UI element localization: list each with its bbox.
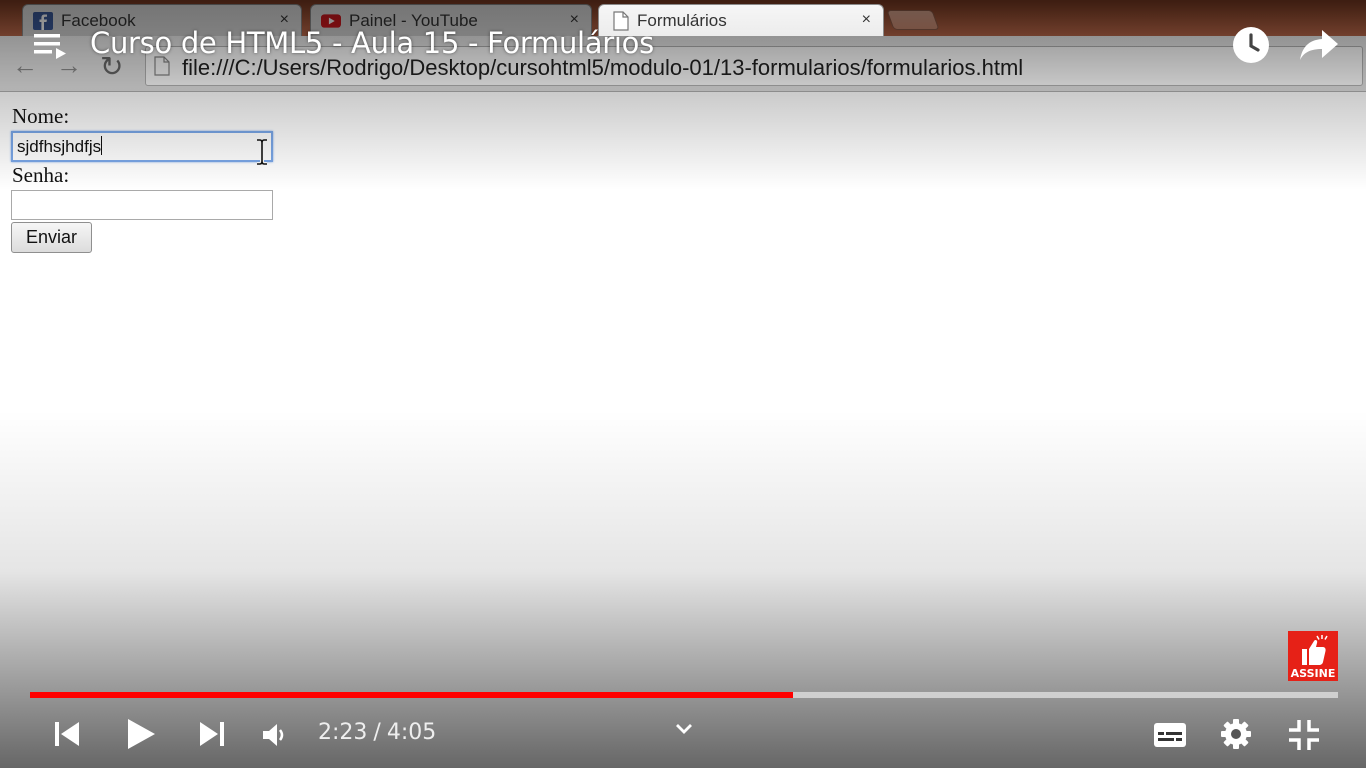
tab-close-icon[interactable]: × bbox=[862, 11, 871, 29]
play-icon[interactable] bbox=[126, 718, 156, 750]
subscribe-label: ASSINE bbox=[1290, 667, 1336, 680]
senha-label: Senha: bbox=[12, 163, 70, 187]
share-icon[interactable] bbox=[1298, 28, 1340, 62]
next-icon[interactable] bbox=[199, 721, 225, 747]
ibeam-cursor-icon bbox=[257, 138, 267, 166]
time-display: 2:23/4:05 bbox=[318, 720, 436, 745]
captions-icon[interactable] bbox=[1153, 722, 1187, 748]
tab-formularios[interactable]: Formulários × bbox=[598, 4, 884, 36]
subscribe-badge[interactable]: ASSINE bbox=[1288, 631, 1338, 681]
settings-icon[interactable] bbox=[1220, 718, 1252, 750]
text-caret bbox=[101, 136, 103, 155]
nome-input[interactable]: sjdfhsjhdfjs bbox=[11, 131, 273, 162]
tab-title: Formulários bbox=[637, 11, 727, 30]
enviar-button[interactable]: Enviar bbox=[11, 222, 92, 253]
nome-label: Nome: bbox=[12, 104, 70, 128]
nome-input-value: sjdfhsjhdfjs bbox=[17, 137, 102, 156]
new-tab-button[interactable] bbox=[886, 10, 940, 30]
captured-browser-window: Facebook × Painel - YouTube × Formulário… bbox=[0, 0, 1366, 768]
senha-input[interactable] bbox=[11, 190, 273, 220]
chevron-down-icon[interactable] bbox=[674, 722, 694, 736]
document-icon bbox=[613, 11, 629, 31]
duration: 4:05 bbox=[386, 720, 437, 745]
volume-icon[interactable] bbox=[262, 722, 288, 748]
previous-icon[interactable] bbox=[54, 721, 80, 747]
current-time: 2:23 bbox=[318, 720, 368, 745]
page-content: Nome: sjdfhsjhdfjs Senha: Enviar bbox=[0, 92, 1366, 768]
playlist-icon[interactable] bbox=[34, 32, 70, 62]
time-separator: / bbox=[373, 720, 381, 745]
facebook-icon bbox=[33, 12, 53, 30]
progress-bar[interactable] bbox=[30, 692, 1338, 698]
video-title[interactable]: Curso de HTML5 - Aula 15 - Formulários bbox=[90, 26, 654, 60]
exit-fullscreen-icon[interactable] bbox=[1288, 719, 1320, 751]
watch-later-icon[interactable] bbox=[1232, 26, 1270, 64]
progress-played bbox=[30, 692, 793, 698]
